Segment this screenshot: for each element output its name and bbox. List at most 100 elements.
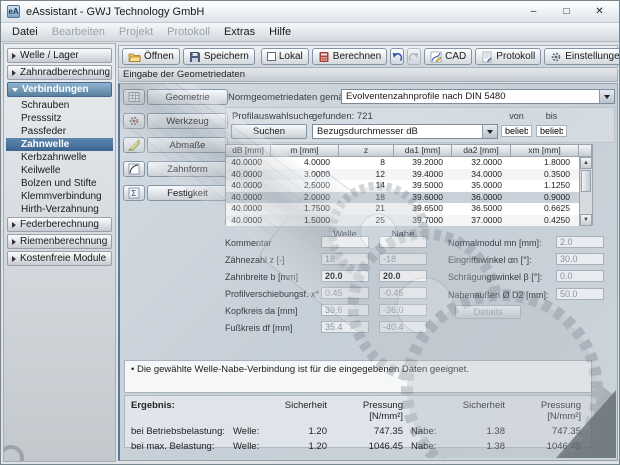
von-input[interactable]	[501, 125, 532, 137]
einstellungen-button[interactable]: Einstellungen	[544, 48, 620, 65]
tab-icon-zahnform[interactable]	[123, 161, 145, 177]
dropdown-arrow-icon[interactable]	[599, 90, 614, 103]
search-criterion-combobox[interactable]: Bezugsdurchmesser dB	[312, 124, 498, 139]
kopfkreis-welle-field	[321, 304, 369, 316]
column-header[interactable]: da1 [mm]	[394, 145, 452, 157]
tab-icon-geometrie[interactable]	[123, 89, 145, 105]
checkbox-icon[interactable]	[267, 52, 276, 61]
profilverschiebung-label: Profilverschiebungsf. x* [-]	[225, 289, 330, 299]
tab-werkzeug[interactable]: Werkzeug	[147, 113, 228, 129]
nabenaussendurchmesser-field	[556, 288, 604, 300]
gear-icon	[550, 51, 562, 63]
cad-button[interactable]: CAD	[424, 48, 472, 65]
tab-icon-festigkeit[interactable]: Σ	[123, 185, 145, 201]
column-header[interactable]: dB [mm]	[226, 145, 271, 157]
tab-icon-werkzeug[interactable]	[123, 113, 145, 129]
pressung-header: Pressung [N/mm²]	[505, 400, 581, 422]
sidebar-group-kostenfreie-module[interactable]: Kostenfreie Module	[7, 251, 112, 266]
maximize-button[interactable]: □	[553, 3, 580, 21]
scroll-up-icon[interactable]: ▲	[580, 157, 592, 169]
kommentar-nabe-input[interactable]	[379, 236, 427, 248]
protokoll-button[interactable]: Protokoll	[475, 48, 541, 65]
menu-bearbeiten: Bearbeiten	[45, 26, 112, 38]
norm-combobox[interactable]: Evolventenzahnprofile nach DIN 5480	[341, 89, 615, 104]
table-header-row: dB [mm] m [mm] z da1 [mm] da2 [mm] xm [m…	[226, 145, 592, 157]
profile-search-group: Profilauswahlsuche gefunden: 721 von bis…	[225, 107, 615, 143]
norm-combobox-value: Evolventenzahnprofile nach DIN 5480	[342, 90, 599, 103]
search-found-count: gefunden: 721	[312, 111, 373, 122]
table-row[interactable]: 40.00003.00001239.400034.00000.3500	[226, 169, 579, 181]
sidebar-item-schrauben[interactable]: Schrauben	[6, 99, 113, 112]
sidebar-item-zahnwelle[interactable]: Zahnwelle	[6, 138, 113, 151]
results-table: Ergebnis: Sicherheit Pressung [N/mm²] Si…	[131, 400, 585, 452]
menu-extras[interactable]: Extras	[217, 26, 262, 38]
welle-label: Welle:	[233, 426, 281, 437]
undo-button[interactable]	[390, 48, 404, 65]
zahnbreite-welle-input[interactable]	[321, 270, 369, 282]
table-row[interactable]: 40.00002.50001439.500035.00001.1250	[226, 180, 579, 192]
chevron-right-icon	[12, 239, 16, 245]
table-row-selected[interactable]: 40.00002.00001839.600036.00000.9000	[226, 192, 579, 204]
scroll-down-icon[interactable]: ▼	[580, 214, 592, 226]
normalmodul-label: Normalmodul mn [mm]:	[448, 238, 542, 248]
scrollbar-track[interactable]	[580, 193, 592, 214]
sidebar-group-riemenberechnung[interactable]: Riemenberechnung	[7, 234, 112, 249]
tab-zahnform[interactable]: Zahnform	[147, 161, 228, 177]
bis-input[interactable]	[536, 125, 567, 137]
berechnen-button[interactable]: Berechnen	[312, 48, 387, 65]
tab-festigkeit[interactable]: Festigkeit	[147, 185, 228, 201]
column-header[interactable]: xm [mm]	[511, 145, 579, 157]
lokal-checkbox[interactable]: Lokal	[261, 48, 309, 65]
nabe-label: Nabe:	[403, 426, 449, 437]
sidebar-group-welle-lager[interactable]: Welle / Lager	[7, 48, 112, 63]
dropdown-arrow-icon[interactable]	[482, 125, 497, 138]
redo-button	[407, 48, 421, 65]
undo-icon	[391, 51, 403, 63]
nabe-sicherheit-value: 1.38	[449, 426, 505, 437]
minimize-button[interactable]: –	[520, 3, 547, 21]
zaehnezahl-nabe-field	[379, 253, 427, 265]
nabe-pressung-value: 1046.45	[505, 441, 581, 452]
pressung-header: Pressung [N/mm²]	[327, 400, 403, 422]
sidebar-item-bolzen-und-stifte[interactable]: Bolzen und Stifte	[6, 177, 113, 190]
sidebar-item-keilwelle[interactable]: Keilwelle	[6, 164, 113, 177]
table-row[interactable]: 40.00001.50002539.700037.00000.4250	[226, 215, 579, 227]
kommentar-welle-input[interactable]	[321, 236, 369, 248]
table-row[interactable]: 40.00001.75002139.650036.50000.6625	[226, 203, 579, 215]
eingriffswinkel-label: Eingriffswinkel αn [°]:	[448, 255, 532, 265]
menu-datei[interactable]: Datei	[5, 26, 45, 38]
column-header[interactable]: m [mm]	[271, 145, 339, 157]
menu-hilfe[interactable]: Hilfe	[262, 26, 298, 38]
tab-geometrie[interactable]: Geometrie	[147, 89, 228, 105]
vertical-scrollbar[interactable]: ▲ ▼	[579, 157, 592, 226]
welle-pressung-value: 747.35	[327, 426, 403, 437]
tab-abmasse[interactable]: Abmaße	[147, 137, 228, 153]
save-button[interactable]: Speichern	[183, 48, 255, 65]
suchen-button[interactable]: Suchen	[231, 124, 307, 139]
sidebar-item-klemmverbindung[interactable]: Klemmverbindung	[6, 190, 113, 203]
section-header: Eingabe der Geometriedaten	[118, 69, 618, 82]
open-button[interactable]: Öffnen	[122, 48, 180, 65]
tab-icon-abmasse[interactable]	[123, 137, 145, 153]
close-button[interactable]: ✕	[586, 3, 613, 21]
sidebar-item-passfeder[interactable]: Passfeder	[6, 125, 113, 138]
sidebar-item-presssitz[interactable]: Presssitz	[6, 112, 113, 125]
app-icon: eA	[7, 5, 20, 18]
column-header[interactable]: z	[339, 145, 394, 157]
cad-drawing-icon	[430, 51, 442, 63]
profilverschiebung-welle-field	[321, 287, 369, 299]
app-window: eA eAssistant - GWJ Technology GmbH – □ …	[0, 0, 620, 465]
ruler-pencil-icon	[128, 139, 140, 151]
sidebar-item-hirth-verzahnung[interactable]: Hirth-Verzahnung	[6, 203, 113, 216]
welle-sicherheit-value: 1.20	[281, 426, 327, 437]
sidebar-group-federberechnung[interactable]: Federberechnung	[7, 217, 112, 232]
table-row[interactable]: 40.00004.0000839.200032.00001.8000	[226, 157, 579, 169]
column-header[interactable]: da2 [mm]	[452, 145, 511, 157]
toolbar: Öffnen Speichern Lokal Berechnen CAD Pro…	[118, 45, 618, 68]
zahnbreite-nabe-input[interactable]	[379, 270, 427, 282]
sidebar-group-verbindungen[interactable]: Verbindungen	[7, 82, 112, 97]
sidebar-item-kerbzahnwelle[interactable]: Kerbzahnwelle	[6, 151, 113, 164]
scrollbar-thumb[interactable]	[581, 170, 591, 192]
schraegungswinkel-label: Schrägungswinkel β [°]:	[448, 272, 542, 282]
sidebar-group-zahnradberechnung[interactable]: Zahnradberechnung	[7, 65, 112, 80]
